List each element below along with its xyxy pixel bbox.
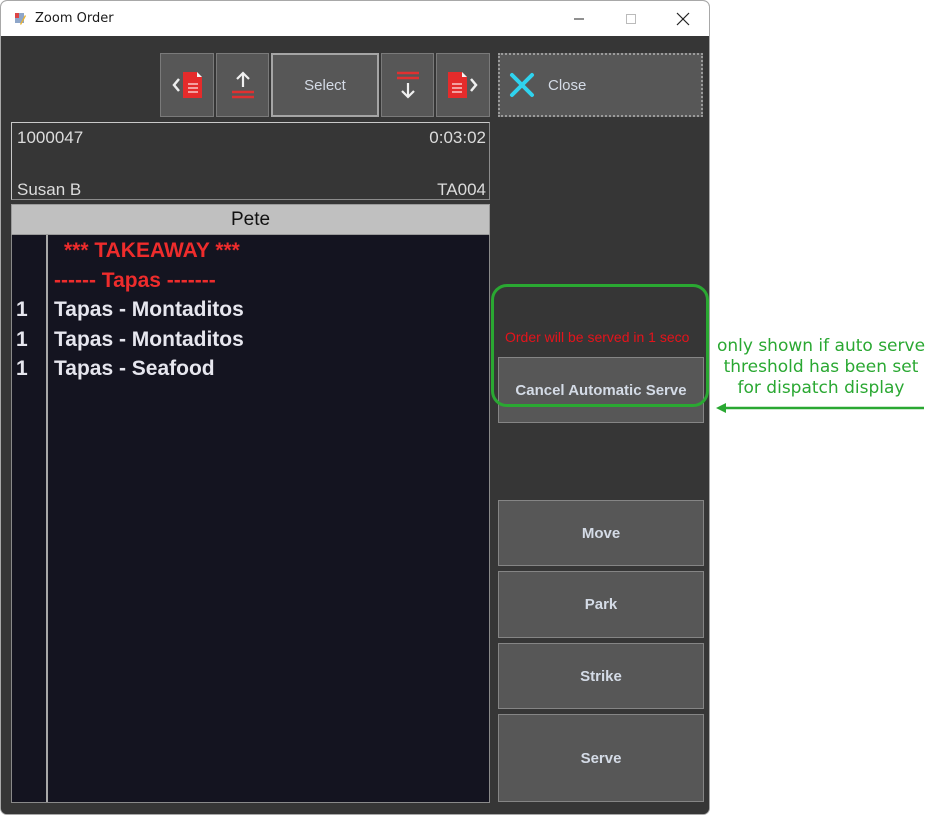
item-qty: 1 [16,357,28,380]
previous-document-icon [172,72,202,98]
maximize-button[interactable] [616,7,646,31]
item-text: ------ Tapas ------- [54,269,216,292]
minimize-button[interactable] [564,7,594,31]
app-icon [15,13,26,25]
annotation-line-3: for dispatch display [737,378,905,398]
serve-button[interactable]: Serve [498,714,704,802]
move-button[interactable]: Move [498,500,704,566]
title-bar: Zoom Order [1,1,709,36]
annotation-line-1: only shown if auto serve [716,336,926,356]
zoom-order-window: Zoom Order Select Close 1000047 0:03:02 … [0,0,710,815]
select-button[interactable]: Select [271,53,379,117]
list-item[interactable]: 1 Tapas - Montaditos [12,325,489,355]
annotation-text: only shown if auto serve threshold has b… [716,336,926,399]
order-header: 1000047 0:03:02 Susan B TA004 [11,122,490,200]
scroll-up-icon [231,71,254,99]
close-button[interactable]: Close [498,53,703,117]
annotation-line-2: threshold has been set [723,357,919,377]
item-text: *** TAKEAWAY *** [64,239,240,262]
close-icon [676,12,690,26]
maximize-icon [626,14,636,24]
previous-order-button[interactable] [160,53,214,117]
item-text: Tapas - Seafood [54,357,215,380]
next-order-button[interactable] [436,53,490,117]
window-close-button[interactable] [668,7,698,31]
order-table: TA004 [437,180,486,199]
window-title: Zoom Order [35,11,114,26]
order-staff: Susan B [17,180,82,199]
list-item[interactable]: 1 Tapas - Montaditos [12,295,489,325]
item-text: Tapas - Montaditos [54,328,244,351]
strike-button[interactable]: Strike [498,643,704,709]
scroll-down-button[interactable] [381,53,434,117]
item-qty: 1 [16,328,28,351]
next-document-icon [448,72,478,98]
order-number: 1000047 [17,128,84,147]
list-item[interactable]: 1 Tapas - Seafood [12,354,489,384]
close-x-icon [510,73,534,97]
annotation-highlight-box [491,284,709,407]
server-name: Pete [11,204,490,235]
scroll-up-button[interactable] [216,53,269,117]
item-text: Tapas - Montaditos [54,298,244,321]
list-item[interactable]: ------ Tapas ------- [12,266,489,296]
close-button-label: Close [548,76,587,94]
annotation-arrow-icon [716,403,924,413]
park-button[interactable]: Park [498,571,704,638]
order-items-list[interactable]: *** TAKEAWAY *** ------ Tapas ------- 1 … [11,235,490,803]
window-content: Select Close 1000047 0:03:02 Susan B TA0… [1,36,709,814]
scroll-down-icon [396,71,419,99]
item-qty: 1 [16,298,28,321]
minimize-icon [574,18,584,20]
list-item[interactable]: *** TAKEAWAY *** [12,236,489,266]
order-elapsed-time: 0:03:02 [429,128,486,147]
